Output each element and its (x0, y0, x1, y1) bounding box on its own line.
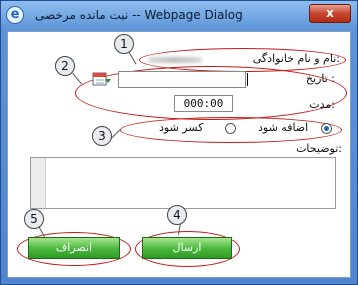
radio-add[interactable] (321, 123, 332, 134)
annotation-4: 4 (167, 205, 187, 225)
scrollbar[interactable] (31, 158, 46, 208)
redacted-name-value (148, 57, 202, 63)
annotation-3: 3 (92, 126, 112, 146)
radio-subtract-label: کسر شود (159, 121, 204, 134)
duration-label: مدت: (309, 98, 335, 111)
radio-add-label: اضافه شود (258, 121, 309, 134)
duration-input[interactable]: 000:00 (174, 95, 233, 112)
cancel-button[interactable]: انصراف (28, 237, 120, 259)
dialog-window: e نبت مانده مرخصی -- Webpage Dialog x نا… (0, 0, 358, 285)
text-cursor (247, 73, 248, 86)
title-bar[interactable]: e نبت مانده مرخصی -- Webpage Dialog x (1, 1, 357, 31)
annotation-5: 5 (24, 209, 44, 229)
name-label: نام و نام خانوادگی: (252, 52, 340, 65)
date-input[interactable] (118, 71, 248, 88)
close-button[interactable]: x (309, 4, 351, 23)
description-label: توضیحات: (296, 142, 342, 155)
ie-icon: e (6, 6, 24, 24)
send-button[interactable]: ارسال (142, 237, 232, 259)
window-title: نبت مانده مرخصی -- Webpage Dialog (35, 8, 243, 22)
radio-subtract[interactable] (225, 123, 236, 134)
annotation-2: 2 (55, 56, 75, 76)
date-label: تاریخ : (305, 72, 335, 85)
calendar-icon[interactable] (92, 71, 112, 87)
description-textarea[interactable] (30, 157, 336, 209)
annotation-1: 1 (114, 34, 134, 54)
